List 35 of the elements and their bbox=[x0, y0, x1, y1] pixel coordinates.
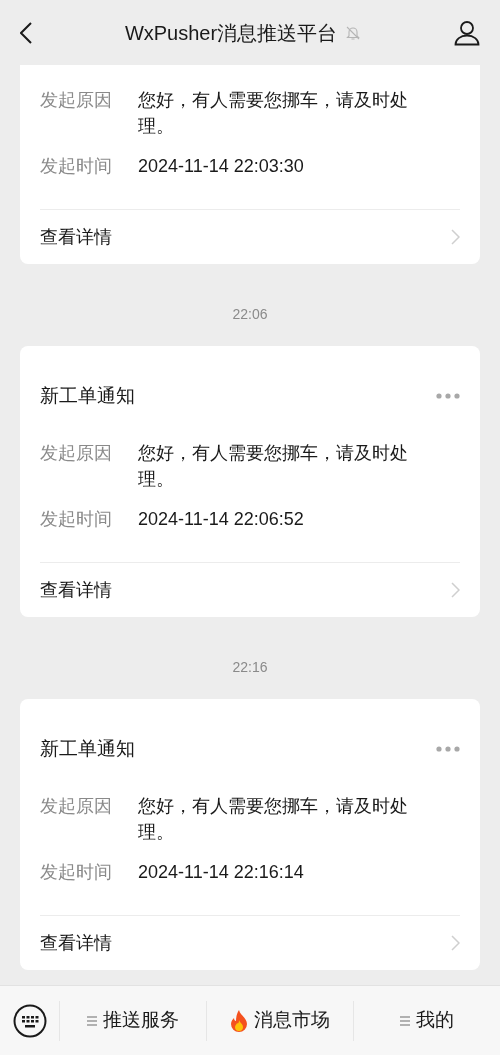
chevron-right-icon bbox=[451, 229, 460, 245]
field-value: 2024-11-14 22:03:30 bbox=[138, 155, 304, 178]
field-value: 2024-11-14 22:06:52 bbox=[138, 508, 304, 531]
chevron-right-icon bbox=[451, 935, 460, 951]
list-icon bbox=[400, 1014, 410, 1027]
menu-button[interactable]: 我的 bbox=[400, 1006, 454, 1035]
chevron-right-icon bbox=[451, 582, 460, 598]
timestamp: 22:06 bbox=[232, 305, 268, 324]
field-label: 发起时间 bbox=[40, 155, 113, 178]
list-icon bbox=[87, 1014, 97, 1027]
field-label: 发起原因 bbox=[40, 442, 113, 465]
menu-button[interactable]: 推送服务 bbox=[87, 1006, 179, 1035]
field-value: 您好，有人需要您挪车，请及时处理。 bbox=[138, 89, 409, 138]
field-label: 发起原因 bbox=[40, 89, 113, 112]
field-label: 发起时间 bbox=[40, 861, 113, 884]
details-link[interactable]: 查看详情 bbox=[40, 223, 112, 251]
field-label: 发起时间 bbox=[40, 508, 113, 531]
window-title: WxPusher消息推送平台 bbox=[124, 20, 338, 46]
field-value: 您好，有人需要您挪车，请及时处理。 bbox=[138, 442, 409, 491]
timestamp: 22:16 bbox=[232, 658, 268, 677]
details-link[interactable]: 查看详情 bbox=[40, 929, 112, 957]
card-title: 新工单通知 bbox=[40, 383, 135, 408]
profile-icon[interactable] bbox=[454, 19, 480, 46]
card-title: 新工单通知 bbox=[40, 736, 135, 761]
message-card[interactable]: 新工单通知 发起原因 您好，有人需要您挪车，请及时处理。 发起时间 2024-11-14 22:06:52 查看详情 bbox=[20, 346, 480, 617]
back-icon[interactable] bbox=[20, 21, 32, 44]
message-card[interactable]: 新工单通知 发起原因 您好，有人需要您挪车，请及时处理。 发起时间 2024-11-14 22:16:14 查看详情 bbox=[20, 699, 480, 970]
field-label: 发起原因 bbox=[40, 795, 113, 818]
menu-button[interactable]: 消息市场 bbox=[230, 1006, 330, 1035]
field-value: 2024-11-14 22:16:14 bbox=[138, 861, 304, 884]
keyboard-icon[interactable] bbox=[12, 1003, 47, 1038]
message-card[interactable]: 发起原因 您好，有人需要您挪车，请及时处理。 发起时间 2024-11-14 22:03:30 查看详情 bbox=[20, 65, 480, 264]
details-link[interactable]: 查看详情 bbox=[40, 576, 112, 604]
field-value: 您好，有人需要您挪车，请及时处理。 bbox=[138, 795, 409, 844]
fire-icon bbox=[230, 1009, 248, 1032]
